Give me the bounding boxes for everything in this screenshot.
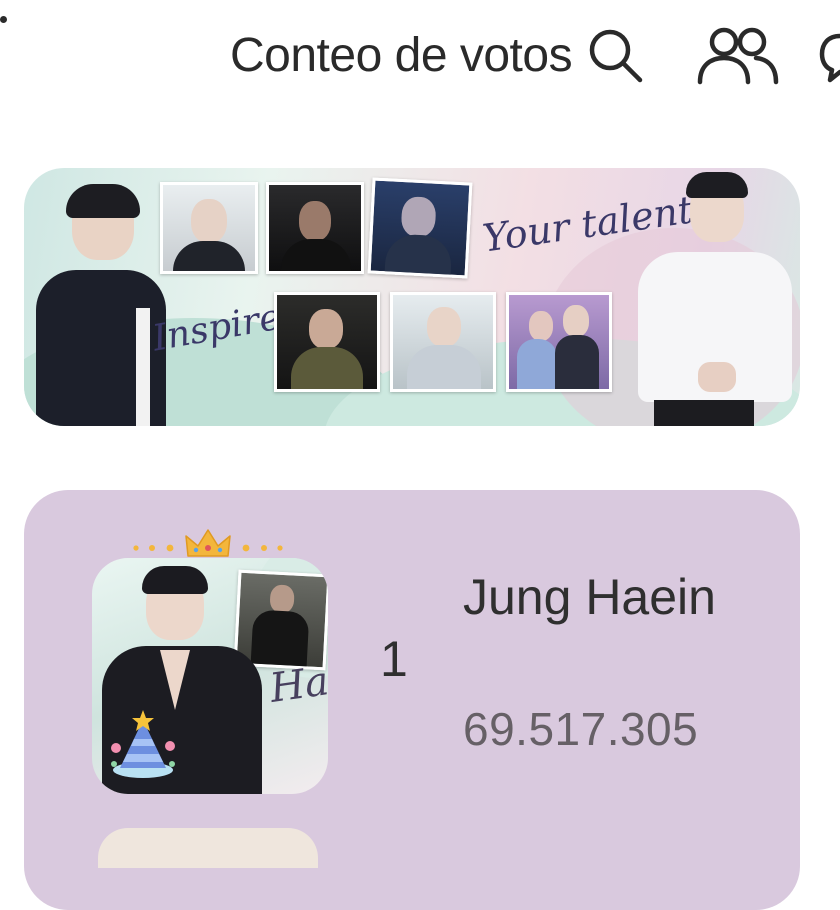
chat-button[interactable]	[818, 22, 840, 88]
banner-person-left	[36, 184, 166, 426]
banner-photo	[266, 182, 364, 274]
promo-banner[interactable]: Your talent Inspires	[24, 168, 800, 426]
page-title: Conteo de votos	[230, 29, 573, 82]
vote-count: 69.517.305	[463, 703, 699, 755]
search-icon	[589, 29, 643, 83]
thumbnail-script: Ha	[267, 658, 328, 712]
crown-icon	[133, 529, 283, 557]
search-button[interactable]	[582, 22, 648, 88]
rank-number: 1	[380, 631, 408, 687]
birthday-badge-icon	[111, 710, 175, 778]
banner-photo	[367, 177, 473, 279]
banner-photo	[390, 292, 496, 392]
people-icon	[697, 27, 779, 85]
banner-photo	[274, 292, 380, 392]
idol-name[interactable]: Jung Haein	[463, 566, 723, 628]
edge-dot	[0, 16, 7, 23]
people-button[interactable]	[694, 22, 780, 88]
chat-icon	[819, 33, 840, 83]
banner-person-right	[624, 172, 794, 426]
banner-photo	[160, 182, 258, 274]
next-idol-thumbnail[interactable]	[98, 828, 318, 868]
idol-thumbnail[interactable]: Ha	[92, 558, 328, 794]
banner-photo	[506, 292, 612, 392]
